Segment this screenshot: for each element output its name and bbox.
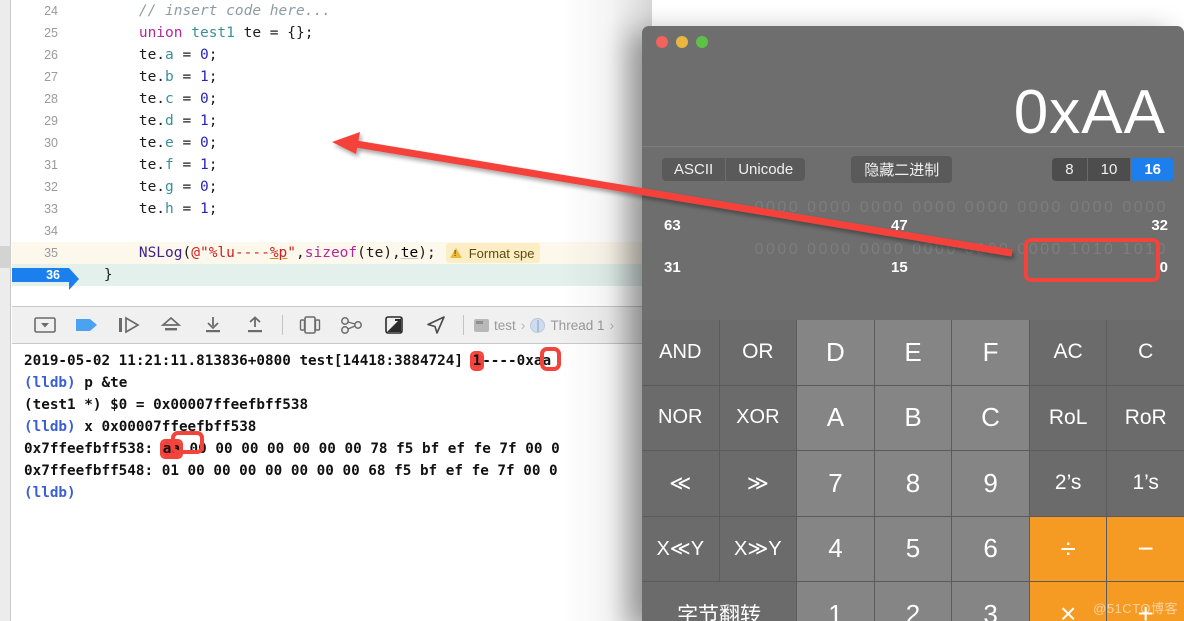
screenshot-root: 24 // insert code here... 25 union test1 … [0, 0, 1184, 621]
binary-low-byte-box [1024, 238, 1160, 282]
annotation-arrow-svg [332, 132, 1013, 257]
red-arrow [332, 132, 1013, 257]
console-byte-aa-box [171, 431, 204, 454]
console-value-1-box [540, 347, 561, 371]
